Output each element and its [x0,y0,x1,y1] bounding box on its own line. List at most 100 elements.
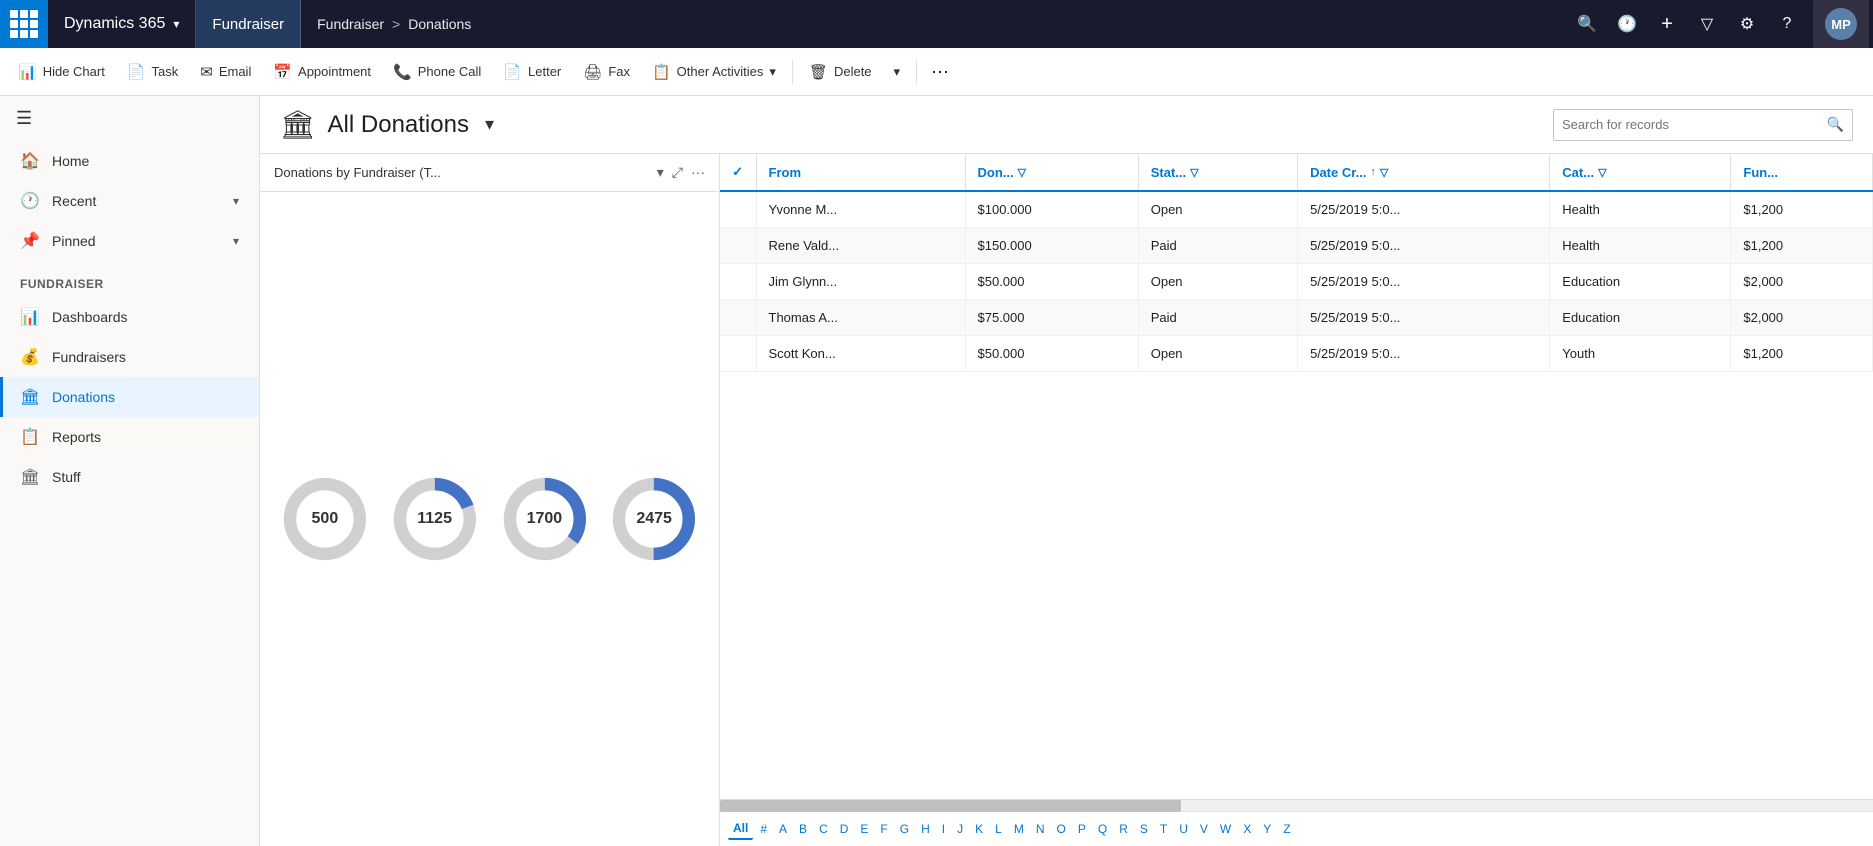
cell-donation: $75.000 [965,300,1138,336]
sidebar-item-pinned[interactable]: 📌 Pinned ▾ [0,221,259,261]
alpha-item-j[interactable]: J [952,819,968,839]
sidebar-section-fundraiser: Fundraiser [0,261,259,297]
phone-call-button[interactable]: 📞 Phone Call [383,54,491,90]
scroll-thumb [720,800,1181,812]
chart-more-icon[interactable]: ··· [691,164,705,181]
delete-button[interactable]: 🗑 Delete [799,54,882,90]
sidebar-item-recent[interactable]: 🕐 Recent ▾ [0,181,259,221]
cell-status: Paid [1138,300,1297,336]
email-button[interactable]: ✉ Email [190,54,261,90]
donut-value-2: 1125 [417,510,452,528]
th-fundraiser[interactable]: Fun... [1731,154,1873,191]
table-row[interactable]: Rene Vald... $150.000 Paid 5/25/2019 5:0… [720,228,1873,264]
task-button[interactable]: 📄 Task [117,54,188,90]
toolbar: 📊 Hide Chart 📄 Task ✉ Email 📅 Appointmen… [0,48,1873,96]
alpha-item-r[interactable]: R [1114,819,1133,839]
row-check[interactable] [720,336,756,372]
alpha-item-x[interactable]: X [1238,819,1256,839]
row-check[interactable] [720,300,756,336]
alpha-item-t[interactable]: T [1155,819,1172,839]
toolbar-more-button[interactable]: ··· [923,57,957,86]
alpha-item-v[interactable]: V [1195,819,1213,839]
alpha-item-w[interactable]: W [1215,819,1236,839]
th-check[interactable]: ✓ [720,154,756,191]
alpha-item-i[interactable]: I [937,819,950,839]
th-status-label: Stat... [1151,165,1186,180]
alpha-item-o[interactable]: O [1052,819,1071,839]
sidebar-item-home[interactable]: 🏠 Home [0,141,259,181]
alpha-item-n[interactable]: N [1031,819,1050,839]
cell-from: Thomas A... [756,300,965,336]
appointment-button[interactable]: 📅 Appointment [263,54,381,90]
alpha-item-m[interactable]: M [1009,819,1029,839]
sidebar-item-fundraisers[interactable]: 💰 Fundraisers [0,337,259,377]
cell-status: Open [1138,336,1297,372]
hide-chart-button[interactable]: 📊 Hide Chart [8,54,115,90]
table-row[interactable]: Scott Kon... $50.000 Open 5/25/2019 5:0.… [720,336,1873,372]
brand-area[interactable]: Dynamics 365 ▾ [48,0,196,48]
checkmark-header: ✓ [732,164,743,179]
delete-chevron-button[interactable]: ▾ [884,54,911,90]
cell-fundraiser: $2,000 [1731,300,1873,336]
alpha-item-e[interactable]: E [855,819,873,839]
table-row[interactable]: Yvonne M... $100.000 Open 5/25/2019 5:0.… [720,191,1873,228]
row-check[interactable] [720,264,756,300]
help-icon-button[interactable]: ? [1769,6,1805,42]
alpha-item-all[interactable]: All [728,818,753,840]
alpha-item-g[interactable]: G [895,819,914,839]
alpha-item-k[interactable]: K [970,819,988,839]
alpha-item-s[interactable]: S [1135,819,1153,839]
sidebar-item-stuff[interactable]: 🏛 Stuff [0,457,259,497]
settings-icon-button[interactable]: ⚙ [1729,6,1765,42]
th-from[interactable]: From [756,154,965,191]
alpha-item-h[interactable]: H [916,819,935,839]
search-box[interactable]: 🔍 [1553,109,1853,141]
cell-fundraiser: $1,200 [1731,228,1873,264]
sidebar-item-dashboards[interactable]: 📊 Dashboards [0,297,259,337]
search-icon-button[interactable]: 🔍 [1569,6,1605,42]
breadcrumb-root[interactable]: Fundraiser [317,16,384,32]
alpha-item-u[interactable]: U [1174,819,1193,839]
table-row[interactable]: Thomas A... $75.000 Paid 5/25/2019 5:0..… [720,300,1873,336]
alpha-item-p[interactable]: P [1073,819,1091,839]
user-area[interactable]: MP [1813,0,1869,48]
app-name-label: Fundraiser [212,16,284,33]
filter-icon-button[interactable]: ▽ [1689,6,1725,42]
alpha-item-l[interactable]: L [990,819,1007,839]
alpha-item-#[interactable]: # [755,819,772,839]
cell-from: Jim Glynn... [756,264,965,300]
th-donation[interactable]: Don... ▽ [965,154,1138,191]
search-input[interactable] [1554,117,1819,132]
app-grid-button[interactable] [0,0,48,48]
breadcrumb-current: Donations [408,16,471,32]
horizontal-scrollbar[interactable] [720,799,1873,811]
th-status[interactable]: Stat... ▽ [1138,154,1297,191]
other-activities-button[interactable]: 📋 Other Activities ▾ [642,54,786,90]
alpha-item-f[interactable]: F [875,819,892,839]
alpha-item-a[interactable]: A [774,819,792,839]
alpha-item-z[interactable]: Z [1278,819,1295,839]
row-check[interactable] [720,228,756,264]
page-title-dropdown-icon[interactable]: ▾ [485,114,494,135]
alpha-item-q[interactable]: Q [1093,819,1112,839]
sidebar-item-donations[interactable]: 🏛 Donations [0,377,259,417]
letter-button[interactable]: 📄 Letter [493,54,571,90]
alpha-item-b[interactable]: B [794,819,812,839]
add-icon-button[interactable]: + [1649,6,1685,42]
alpha-item-y[interactable]: Y [1258,819,1276,839]
fax-button[interactable]: 🖨 Fax [573,54,640,90]
recent-icon-button[interactable]: 🕐 [1609,6,1645,42]
table-row[interactable]: Jim Glynn... $50.000 Open 5/25/2019 5:0.… [720,264,1873,300]
sidebar-item-reports[interactable]: 📋 Reports [0,417,259,457]
hamburger-button[interactable]: ☰ [0,96,259,141]
th-date[interactable]: Date Cr... ↑ ▽ [1298,154,1550,191]
alpha-item-c[interactable]: C [814,819,833,839]
chart-chevron-icon[interactable]: ▾ [657,164,664,181]
th-category[interactable]: Cat... ▽ [1550,154,1731,191]
alpha-item-d[interactable]: D [835,819,854,839]
table-container[interactable]: ✓ From Don... ▽ [720,154,1873,799]
chart-expand-icon[interactable]: ⤢ [672,164,683,181]
letter-label: Letter [528,64,561,79]
pinned-chevron-icon: ▾ [233,234,239,248]
row-check[interactable] [720,191,756,228]
